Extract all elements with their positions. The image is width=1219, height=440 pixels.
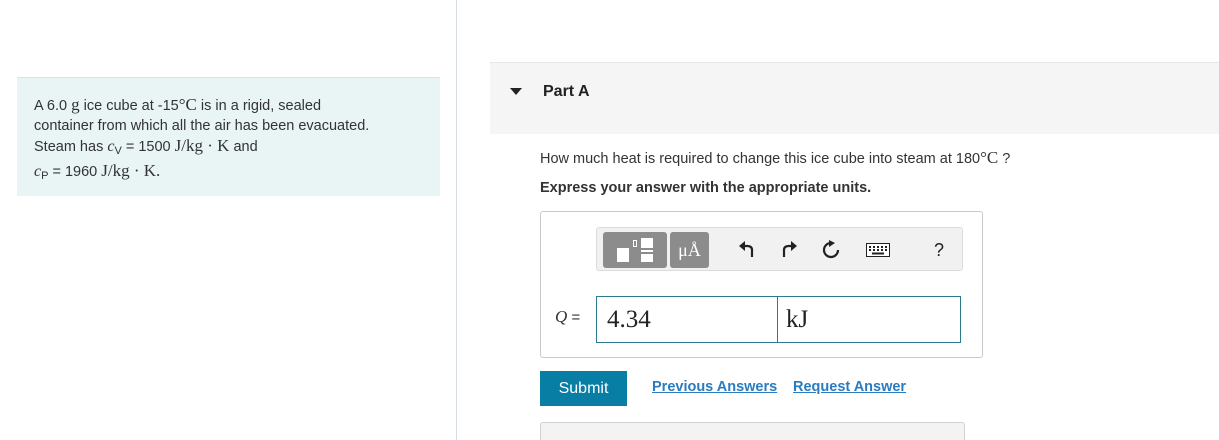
temp-unit: °C <box>178 95 197 114</box>
problem-line-4: cP = 1960 J/kg · K. <box>34 161 424 186</box>
temp-unit: °C <box>980 148 999 167</box>
collapse-caret-icon[interactable] <box>510 88 522 95</box>
question-text: How much heat is required to change this… <box>540 148 1010 168</box>
answer-instruction: Express your answer with the appropriate… <box>540 180 872 196</box>
templates-button[interactable] <box>603 232 667 268</box>
cv-subscript: V <box>114 145 122 157</box>
variable-symbol: Q <box>555 307 568 326</box>
units-button[interactable]: μÅ <box>670 232 709 268</box>
problem-line-1: A 6.0 g ice cube at -15°C is in a rigid,… <box>34 95 424 116</box>
answer-panel: μÅ ? Q = 4.34 kJ <box>540 211 983 358</box>
cv-unit: J/kg · K <box>174 136 230 155</box>
help-button[interactable]: ? <box>923 234 955 266</box>
problem-statement: A 6.0 g ice cube at -15°C is in a rigid,… <box>17 77 440 196</box>
feedback-panel <box>540 422 965 440</box>
problem-text: ice cube at -15 <box>83 98 179 114</box>
problem-text: and <box>233 139 258 155</box>
cp-unit: J/kg · K. <box>101 161 161 180</box>
column-divider <box>456 0 457 440</box>
answer-unit-input[interactable]: kJ <box>777 296 961 343</box>
cp-subscript: P <box>41 170 49 182</box>
undo-icon[interactable] <box>731 234 763 266</box>
part-title: Part A <box>543 83 590 100</box>
problem-text: is in a rigid, sealed <box>200 98 322 114</box>
submit-button[interactable]: Submit <box>540 371 627 406</box>
reset-icon[interactable] <box>815 234 847 266</box>
request-answer-link[interactable]: Request Answer <box>793 379 906 395</box>
math-toolbar: μÅ ? <box>596 227 963 271</box>
cv-value: = 1500 <box>125 139 171 155</box>
part-a-header[interactable]: Part A <box>490 62 1219 134</box>
mass-unit: g <box>71 95 80 114</box>
question-mark: ? <box>1002 151 1011 167</box>
answer-variable-label: Q = <box>555 307 580 327</box>
problem-line-3: Steam has cV = 1500 J/kg · K and <box>34 136 424 161</box>
problem-text: Steam has <box>34 139 104 155</box>
keyboard-icon[interactable] <box>862 234 894 266</box>
problem-text: A 6.0 <box>34 98 68 114</box>
problem-line-2: container from which all the air has bee… <box>34 118 370 134</box>
answer-value-input[interactable]: 4.34 <box>596 296 778 343</box>
question-body: How much heat is required to change this… <box>540 151 981 167</box>
previous-answers-link[interactable]: Previous Answers <box>652 379 777 395</box>
equals-sign: = <box>571 309 581 326</box>
redo-icon[interactable] <box>773 234 805 266</box>
cp-value: = 1960 <box>52 164 98 180</box>
